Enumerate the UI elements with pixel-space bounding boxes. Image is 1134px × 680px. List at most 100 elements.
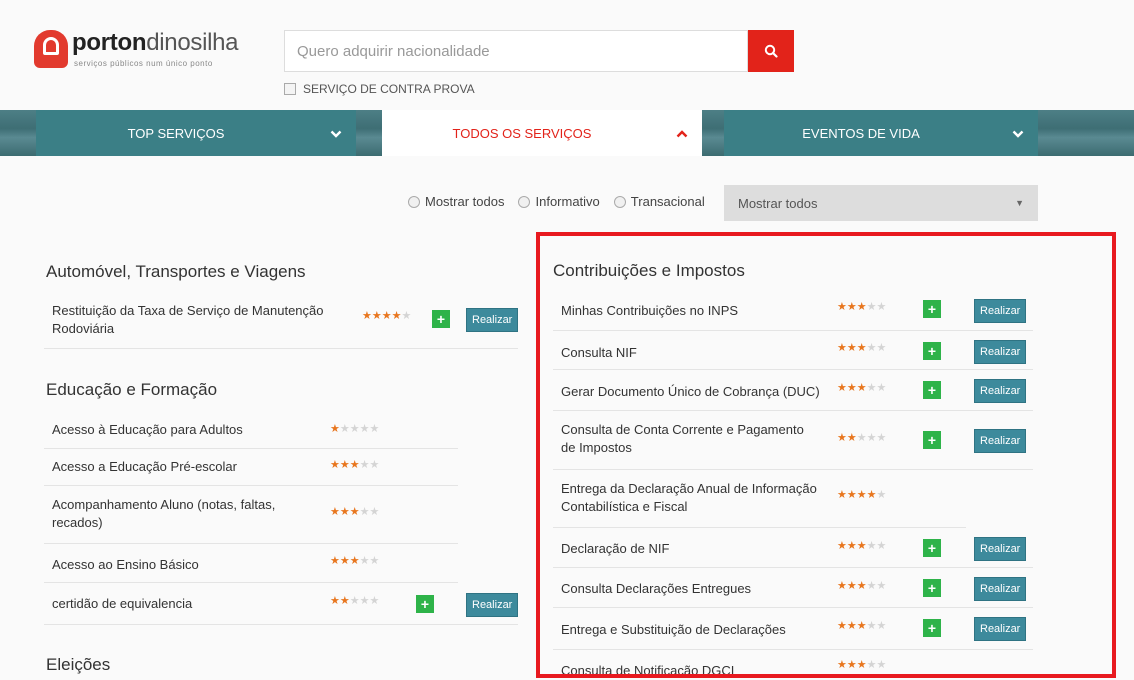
service-name[interactable]: Acesso a Educação Pré-escolar [52, 458, 237, 476]
service-name[interactable]: Consulta de Conta Corrente e Pagamento d… [561, 421, 821, 457]
service-name[interactable]: Declaração de NIF [561, 540, 669, 558]
star-empty-icon: ★ [339, 423, 350, 435]
add-icon[interactable]: + [923, 381, 941, 399]
rating-stars: ★★★★★ [837, 488, 886, 501]
star-filled-icon: ★ [856, 489, 867, 501]
star-empty-icon: ★ [876, 301, 887, 313]
service-name[interactable]: Consulta Declarações Entregues [561, 580, 751, 598]
service-name[interactable]: Acesso à Educação para Adultos [52, 421, 243, 439]
star-filled-icon: ★ [330, 555, 340, 567]
star-filled-icon: ★ [846, 301, 857, 313]
add-icon[interactable]: + [923, 431, 941, 449]
star-filled-icon: ★ [856, 382, 867, 394]
contra-prova-option[interactable]: SERVIÇO DE CONTRA PROVA [284, 82, 475, 96]
realizar-button[interactable]: Realizar [974, 429, 1027, 453]
star-empty-icon: ★ [876, 342, 887, 354]
star-empty-icon: ★ [866, 301, 877, 313]
star-empty-icon: ★ [369, 459, 380, 471]
service-name[interactable]: Entrega da Declaração Anual de Informaçã… [561, 480, 823, 516]
list-item: Consulta de Notificação DGCI ★★★★★ [553, 650, 1033, 680]
realizar-button[interactable]: Realizar [466, 308, 519, 332]
star-empty-icon: ★ [349, 423, 360, 435]
star-empty-icon: ★ [876, 382, 887, 394]
add-icon[interactable]: + [923, 539, 941, 557]
radio-mostrar-todos[interactable]: Mostrar todos [408, 194, 504, 209]
star-empty-icon: ★ [866, 382, 877, 394]
brand-tagline: serviços públicos num único ponto [74, 59, 213, 68]
brand-logo[interactable]: portondinosilha serviços públicos num ún… [34, 29, 264, 80]
star-empty-icon: ★ [866, 342, 877, 354]
star-filled-icon: ★ [856, 342, 867, 354]
star-filled-icon: ★ [837, 659, 847, 671]
list-item: certidão de equivalencia ★★★★★ + Realiza… [44, 583, 519, 625]
rating-stars: ★★★★★ [330, 505, 379, 518]
star-filled-icon: ★ [856, 620, 867, 632]
add-icon[interactable]: + [923, 342, 941, 360]
star-empty-icon: ★ [369, 595, 380, 607]
star-filled-icon: ★ [371, 310, 382, 322]
rating-stars: ★★★★★ [837, 539, 886, 552]
star-filled-icon: ★ [362, 310, 372, 322]
star-filled-icon: ★ [837, 620, 847, 632]
add-icon[interactable]: + [923, 300, 941, 318]
filter-select[interactable]: Mostrar todos ▼ [724, 185, 1038, 221]
tab-top-servicos[interactable]: TOP SERVIÇOS [36, 110, 356, 156]
realizar-button[interactable]: Realizar [974, 379, 1027, 403]
service-name[interactable]: Consulta NIF [561, 344, 637, 362]
contra-prova-checkbox[interactable] [284, 83, 296, 95]
star-empty-icon: ★ [856, 432, 867, 444]
star-filled-icon: ★ [330, 595, 340, 607]
service-name[interactable]: Minhas Contribuições no INPS [561, 302, 738, 320]
search-input[interactable] [285, 31, 749, 71]
add-icon[interactable]: + [923, 619, 941, 637]
service-name[interactable]: Consulta de Notificação DGCI [561, 662, 734, 680]
service-name[interactable]: Restituição da Taxa de Serviço de Manute… [52, 302, 342, 338]
star-empty-icon: ★ [349, 595, 360, 607]
star-filled-icon: ★ [846, 432, 857, 444]
search-button[interactable] [748, 30, 794, 72]
service-name[interactable]: Acesso ao Ensino Básico [52, 556, 199, 574]
star-empty-icon: ★ [359, 595, 370, 607]
rating-stars: ★★★★★ [362, 309, 411, 322]
list-item: Acesso a Educação Pré-escolar ★★★★★ [44, 449, 458, 486]
realizar-button[interactable]: Realizar [974, 577, 1027, 601]
rating-stars: ★★★★★ [837, 658, 886, 671]
tab-eventos-de-vida[interactable]: EVENTOS DE VIDA [724, 110, 1038, 156]
main-nav: TOP SERVIÇOS TODOS OS SERVIÇOS EVENTOS D… [0, 110, 1134, 156]
service-name[interactable]: certidão de equivalencia [52, 595, 192, 613]
radio-transacional[interactable]: Transacional [613, 194, 705, 209]
add-icon[interactable]: + [923, 579, 941, 597]
service-name[interactable]: Entrega e Substituição de Declarações [561, 621, 786, 639]
realizar-button[interactable]: Realizar [974, 299, 1027, 323]
add-icon[interactable]: + [416, 595, 434, 613]
add-icon[interactable]: + [432, 310, 450, 328]
rating-stars: ★★★★★ [330, 458, 379, 471]
star-filled-icon: ★ [856, 301, 867, 313]
select-value: Mostrar todos [738, 195, 818, 211]
realizar-button[interactable]: Realizar [466, 593, 519, 617]
tab-todos-os-servicos[interactable]: TODOS OS SERVIÇOS [382, 110, 702, 156]
realizar-button[interactable]: Realizar [974, 617, 1027, 641]
star-filled-icon: ★ [846, 342, 857, 354]
service-name[interactable]: Gerar Documento Único de Cobrança (DUC) [561, 383, 820, 401]
tab-label: TOP SERVIÇOS [127, 125, 225, 141]
realizar-button[interactable]: Realizar [974, 537, 1027, 561]
star-filled-icon: ★ [837, 432, 847, 444]
star-empty-icon: ★ [359, 555, 370, 567]
radio-informativo[interactable]: Informativo [518, 194, 600, 209]
star-filled-icon: ★ [846, 580, 857, 592]
star-filled-icon: ★ [339, 459, 350, 471]
list-item: Declaração de NIF ★★★★★ + Realizar [553, 528, 1033, 568]
category-title: Contribuições e Impostos [553, 261, 745, 280]
star-filled-icon: ★ [330, 459, 340, 471]
service-name[interactable]: Acompanhamento Aluno (notas, faltas, rec… [52, 496, 292, 532]
star-empty-icon: ★ [876, 659, 887, 671]
star-empty-icon: ★ [369, 423, 380, 435]
star-filled-icon: ★ [837, 342, 847, 354]
category-title: Educação e Formação [46, 380, 218, 399]
rating-stars: ★★★★★ [330, 594, 379, 607]
star-filled-icon: ★ [339, 595, 350, 607]
realizar-button[interactable]: Realizar [974, 340, 1027, 364]
star-filled-icon: ★ [846, 540, 857, 552]
star-empty-icon: ★ [866, 540, 877, 552]
